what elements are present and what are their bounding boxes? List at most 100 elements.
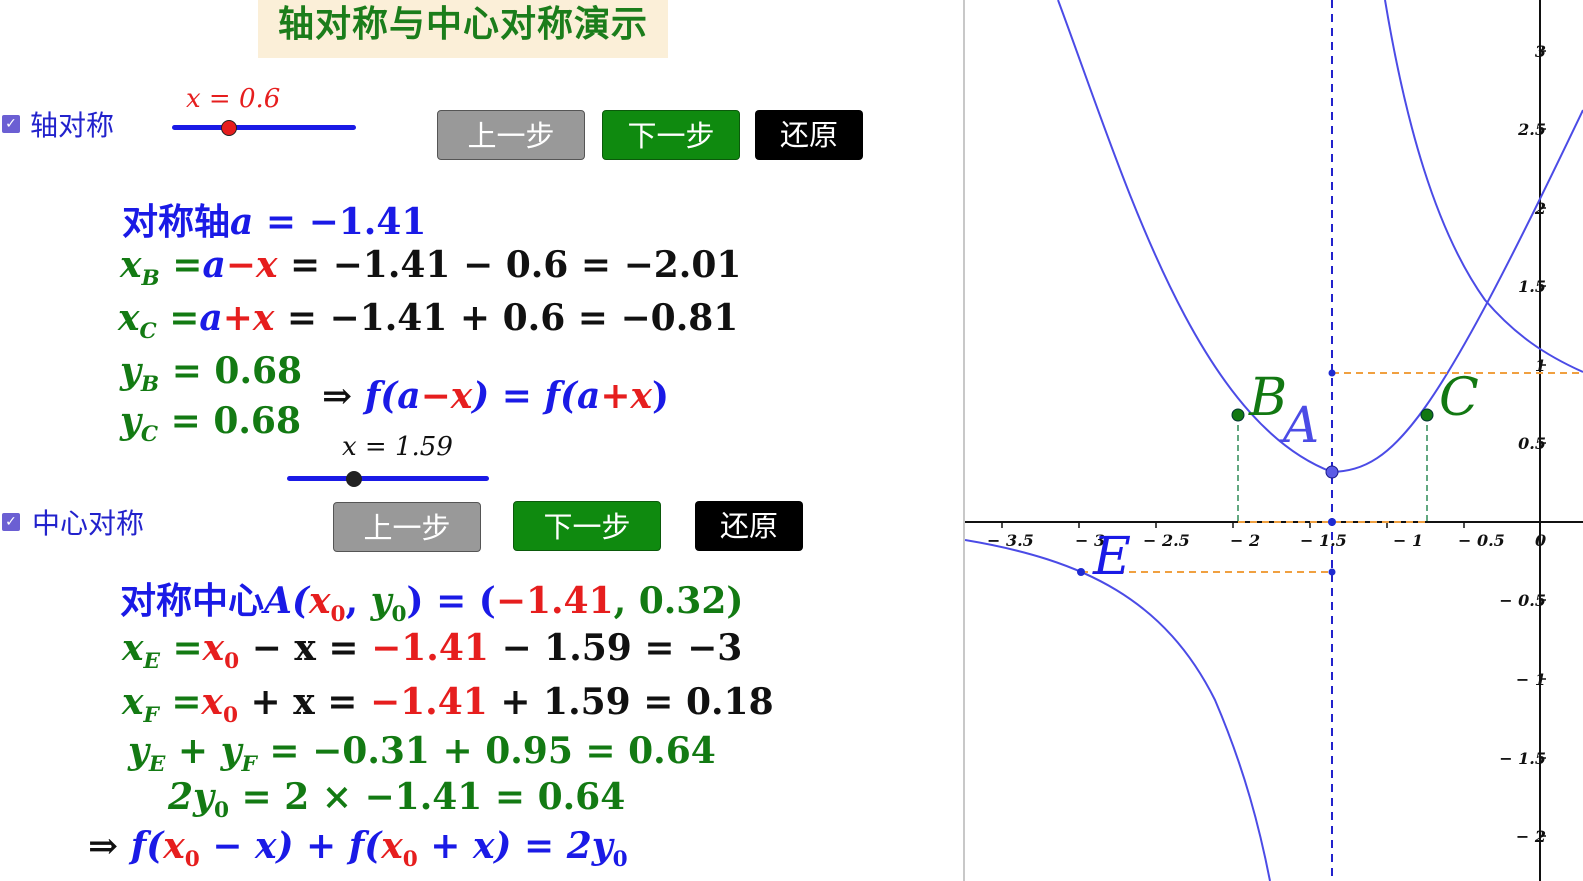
xc-sub: C — [139, 319, 157, 345]
yc-var: y — [120, 400, 141, 442]
xe-sub: E — [143, 649, 160, 675]
axis-next-button[interactable]: 下一步 — [602, 110, 740, 160]
axis-slider-handle[interactable] — [221, 120, 237, 136]
xb-a: a — [202, 244, 226, 286]
center-y0: y — [370, 580, 392, 622]
cf-plus-x: + x) = 2y — [417, 825, 613, 867]
axis-symmetry-checkbox[interactable]: ✓ — [2, 115, 20, 133]
label-A: A — [1279, 396, 1319, 454]
point-B[interactable] — [1231, 408, 1245, 422]
cf-x0b: x — [381, 825, 403, 867]
f-open: f( — [364, 375, 398, 417]
f-a: a — [397, 375, 421, 417]
xb-sub: B — [141, 266, 160, 292]
center-A: A( — [264, 580, 309, 622]
center-slider-handle[interactable] — [346, 471, 362, 487]
f-a2: a — [577, 375, 601, 417]
xe-rest2: − 1.59 = −3 — [488, 627, 743, 669]
center-symmetry-checkbox[interactable]: ✓ — [2, 513, 20, 531]
center-reset-button[interactable]: 还原 — [695, 501, 803, 551]
center-next-button[interactable]: 下一步 — [513, 501, 661, 551]
xf-sub: F — [143, 703, 159, 729]
xf-rest1: + x = — [238, 681, 370, 723]
point-C[interactable] — [1420, 408, 1434, 422]
f-mid: ) = f( — [472, 375, 578, 417]
f-x: x — [450, 375, 473, 417]
xe-x0: x — [202, 627, 225, 669]
yf-sub: F — [241, 752, 257, 778]
page-title: 轴对称与中心对称演示 — [258, 0, 668, 58]
center-equation-line: 对称中心A(x0, y0) = (−1.41, 0.32) — [120, 572, 743, 627]
ye-sub: E — [148, 752, 166, 778]
xf-x0-sub: 0 — [222, 703, 239, 729]
xf-val: −1.41 — [369, 681, 488, 723]
xe-var: x — [122, 627, 144, 669]
cf-x0a: x — [163, 825, 185, 867]
point-E[interactable] — [1077, 568, 1085, 576]
xf-x0: x — [201, 681, 223, 723]
f-plus: + — [600, 375, 631, 417]
hyperbola-lower-branch — [965, 539, 1271, 881]
axis-upper-point[interactable] — [1328, 369, 1336, 377]
y-tick-label: 0.5 — [1518, 434, 1546, 453]
yb-rest: = 0.68 — [159, 350, 303, 392]
xb-rest: = −1.41 − 0.6 = −2.01 — [277, 244, 742, 286]
center-mid: ) = ( — [406, 580, 496, 622]
axis-slider-track[interactable] — [172, 125, 356, 130]
xe-equation-line: xE =x0 − x = −1.41 − 1.59 = −3 — [122, 627, 742, 674]
y-tick-label: − 1.5 — [1499, 749, 1546, 768]
axis-symmetry-label: 轴对称 — [30, 109, 115, 142]
ye-yf-equation-line: yE + yF = −0.31 + 0.95 = 0.64 — [128, 730, 716, 777]
xc-a: a — [199, 297, 223, 339]
center-y-value: , 0.32) — [613, 580, 744, 622]
xc-rest: = −1.41 + 0.6 = −0.81 — [274, 297, 739, 339]
point-A[interactable] — [1325, 465, 1339, 479]
graphics-view[interactable]: − 3.5 − 3 − 2.5 − 2 − 1.5 − 1 − 0.5 0 3 … — [965, 0, 1583, 881]
yb-equation-line: yB = 0.68 — [120, 350, 302, 397]
xb-equation-line: xB =a−x = −1.41 − 0.6 = −2.01 — [120, 244, 741, 291]
implies-arrow-2: ⇒ — [88, 825, 119, 867]
axis-conclusion-line: ⇒ f(a−x) = f(a+x) — [322, 375, 669, 417]
cf-open: f( — [130, 825, 164, 867]
xf-var: x — [122, 681, 144, 723]
hyperbola-upper-branch — [1384, 0, 1583, 373]
center-symmetry-label: 中心对称 — [32, 507, 145, 540]
cf-minus-x: − x) + f( — [199, 825, 382, 867]
center-x-value: −1.41 — [495, 580, 614, 622]
axis-reset-button[interactable]: 还原 — [755, 110, 863, 160]
x-tick-label: − 1 — [1393, 531, 1423, 550]
axis-slider-label: x = 0.6 — [186, 84, 281, 114]
x-tick-label: 0 — [1535, 531, 1546, 550]
ye-var: y — [128, 730, 149, 772]
xc-eq: = — [156, 297, 200, 339]
f-x2: x — [630, 375, 652, 417]
axis-foot-point[interactable] — [1328, 518, 1336, 526]
xf-equation-line: xF =x0 + x = −1.41 + 1.59 = 0.18 — [122, 681, 774, 728]
x-tick-label: − 3.5 — [987, 531, 1034, 550]
center-prev-button[interactable]: 上一步 — [333, 502, 481, 552]
yc-equation-line: yC = 0.68 — [120, 400, 301, 447]
y-tick-label: 3 — [1535, 42, 1546, 61]
axis-equation-line: 对称轴a = −1.41 — [122, 193, 426, 245]
y-tick-label: 2.5 — [1517, 120, 1546, 139]
xb-minus: − — [225, 244, 256, 286]
xe-x0-sub: 0 — [224, 649, 240, 675]
xe-eq: = — [159, 627, 203, 669]
xf-rest2: + 1.59 = 0.18 — [487, 681, 774, 723]
center-x0-sub: 0 — [330, 602, 346, 628]
center-slider-label: x = 1.59 — [342, 432, 453, 462]
xb-eq: = — [159, 244, 203, 286]
axis-prev-button[interactable]: 上一步 — [437, 110, 585, 160]
axis-value: = −1.41 — [253, 201, 427, 243]
xc-var: x — [118, 297, 140, 339]
f-close: ) — [651, 375, 670, 417]
x-tick-label: − 2 — [1230, 531, 1260, 550]
xb-var: x — [120, 244, 142, 286]
y-tick-label: − 1 — [1516, 670, 1546, 689]
center-prefix: 对称中心 — [120, 580, 265, 622]
axis-lower-point[interactable] — [1328, 568, 1336, 576]
parabola-curve — [1057, 0, 1583, 474]
center-slider-track[interactable] — [287, 476, 489, 481]
center-y0-sub: 0 — [391, 602, 407, 628]
yb-var: y — [120, 350, 141, 392]
